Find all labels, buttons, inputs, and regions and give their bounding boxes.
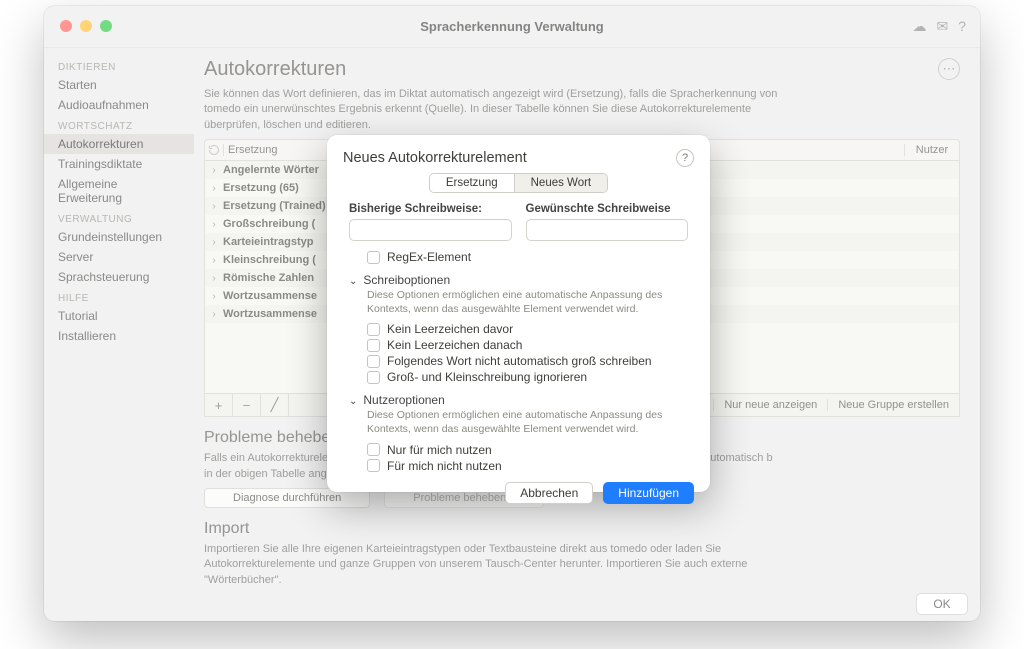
write-options-disclosure[interactable]: ⌄ Schreiboptionen (349, 273, 688, 287)
no-cap-next-label: Folgendes Wort nicht automatisch groß sc… (387, 354, 652, 368)
chevron-down-icon: ⌄ (349, 276, 357, 287)
new-autocorrect-dialog: Neues Autokorrekturelement ? Ersetzung N… (327, 135, 710, 492)
no-space-after-checkbox[interactable] (367, 339, 380, 352)
no-space-before-checkbox[interactable] (367, 323, 380, 336)
regex-label: RegEx-Element (387, 250, 471, 264)
only-me-label: Nur für mich nutzen (387, 443, 492, 457)
ignore-case-label: Groß- und Kleinschreibung ignorieren (387, 370, 587, 384)
dialog-help-icon[interactable]: ? (676, 149, 694, 167)
no-space-before-label: Kein Leerzeichen davor (387, 322, 513, 336)
write-options-hint: Diese Optionen ermöglichen eine automati… (367, 289, 688, 316)
chevron-down-icon: ⌄ (349, 396, 357, 407)
no-space-after-label: Kein Leerzeichen danach (387, 338, 522, 352)
old-spelling-input[interactable] (349, 219, 512, 241)
cancel-button[interactable]: Abbrechen (505, 482, 593, 504)
user-options-disclosure[interactable]: ⌄ Nutzeroptionen (349, 393, 688, 407)
dialog-title: Neues Autokorrekturelement (343, 150, 527, 166)
not-me-label: Für mich nicht nutzen (387, 459, 502, 473)
no-cap-next-checkbox[interactable] (367, 355, 380, 368)
add-button[interactable]: Hinzufügen (603, 482, 694, 504)
write-options-label: Schreiboptionen (363, 273, 450, 287)
old-spelling-label: Bisherige Schreibweise: (349, 203, 512, 215)
user-options-hint: Diese Optionen ermöglichen eine automati… (367, 409, 688, 436)
only-me-checkbox[interactable] (367, 443, 380, 456)
dialog-tabs: Ersetzung Neues Wort (429, 173, 608, 193)
tab-ersetzung[interactable]: Ersetzung (430, 174, 514, 192)
not-me-checkbox[interactable] (367, 459, 380, 472)
regex-checkbox[interactable] (367, 251, 380, 264)
ignore-case-checkbox[interactable] (367, 371, 380, 384)
tab-neues-wort[interactable]: Neues Wort (514, 174, 608, 192)
new-spelling-input[interactable] (526, 219, 689, 241)
new-spelling-label: Gewünschte Schreibweise (526, 203, 689, 215)
user-options-label: Nutzeroptionen (363, 393, 444, 407)
